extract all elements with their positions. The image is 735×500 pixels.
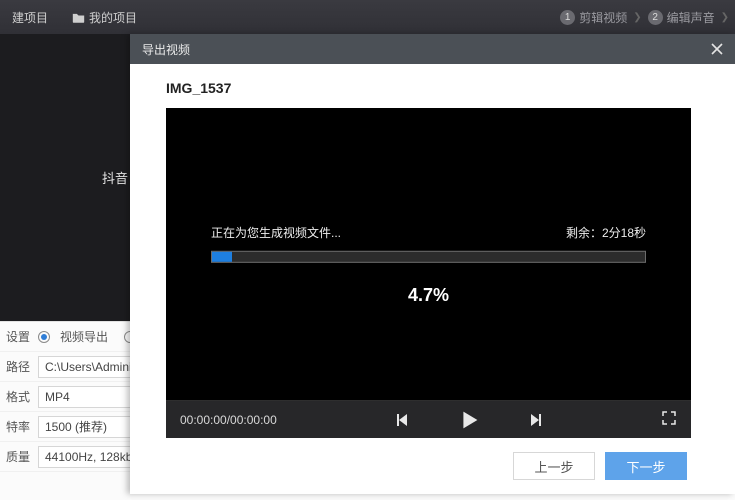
wizard-step[interactable]: 2 编辑声音 [648, 9, 715, 26]
menu-item-label: 建项目 [12, 9, 48, 26]
step-index-badge: 1 [560, 10, 575, 25]
skip-forward-icon[interactable] [526, 409, 548, 431]
preview-pane: 抖音 [0, 34, 130, 321]
radio-label: 视频导出 [60, 328, 108, 345]
progress-track [211, 251, 646, 263]
menu-item-label: 我的项目 [89, 9, 137, 26]
top-menubar: 建项目 我的项目 1 剪辑视频 ❯ 2 编辑声音 ❯ [0, 0, 735, 34]
field-label: 路径 [6, 358, 30, 375]
export-file-name: IMG_1537 [166, 80, 699, 96]
video-canvas: 正在为您生成视频文件... 剩余：2分18秒 4.7% 00:00:00/00:… [166, 108, 691, 438]
play-icon[interactable] [458, 409, 480, 431]
export-video-modal: 导出视频 IMG_1537 正在为您生成视频文件... 剩余：2分18秒 4.7… [130, 34, 735, 494]
fullscreen-icon[interactable] [661, 410, 677, 429]
format-select[interactable]: MP4 [38, 386, 134, 408]
chevron-right-icon: ❯ [721, 12, 729, 23]
field-label: 特率 [6, 418, 30, 435]
progress-status-text: 正在为您生成视频文件... [211, 224, 341, 241]
path-input[interactable]: C:\Users\Administ [38, 356, 134, 378]
progress-remaining-text: 剩余：2分18秒 [566, 224, 646, 241]
chevron-right-icon: ❯ [633, 12, 641, 23]
field-label: 格式 [6, 388, 30, 405]
close-icon[interactable] [705, 37, 729, 61]
preview-watermark-label: 抖音 [102, 168, 130, 187]
step-label: 剪辑视频 [579, 9, 627, 26]
menu-item-create-project[interactable]: 建项目 [0, 0, 60, 34]
settings-heading: 设置 [6, 328, 30, 345]
field-label: 质量 [6, 448, 30, 465]
next-step-button[interactable]: 下一步 [605, 452, 687, 480]
export-progress-area: 正在为您生成视频文件... 剩余：2分18秒 4.7% [166, 224, 691, 306]
progress-percent-text: 4.7% [211, 285, 646, 306]
skip-back-icon[interactable] [390, 409, 412, 431]
radio-video-export[interactable] [38, 331, 50, 343]
step-index-badge: 2 [648, 10, 663, 25]
modal-footer: 上一步 下一步 [166, 448, 699, 484]
wizard-steps: 1 剪辑视频 ❯ 2 编辑声音 ❯ [560, 9, 735, 26]
quality-select[interactable]: 44100Hz, 128kbp [38, 446, 134, 468]
folder-icon [72, 12, 85, 23]
modal-titlebar: 导出视频 [130, 34, 735, 64]
step-label: 编辑声音 [667, 9, 715, 26]
wizard-step[interactable]: 1 剪辑视频 [560, 9, 627, 26]
timecode-label: 00:00:00/00:00:00 [180, 413, 277, 427]
modal-title-text: 导出视频 [142, 41, 190, 58]
bitrate-select[interactable]: 1500 (推荐) [38, 416, 134, 438]
prev-step-button[interactable]: 上一步 [513, 452, 595, 480]
menu-item-my-projects[interactable]: 我的项目 [60, 0, 149, 34]
progress-fill [212, 252, 232, 262]
video-controls: 00:00:00/00:00:00 [166, 400, 691, 438]
